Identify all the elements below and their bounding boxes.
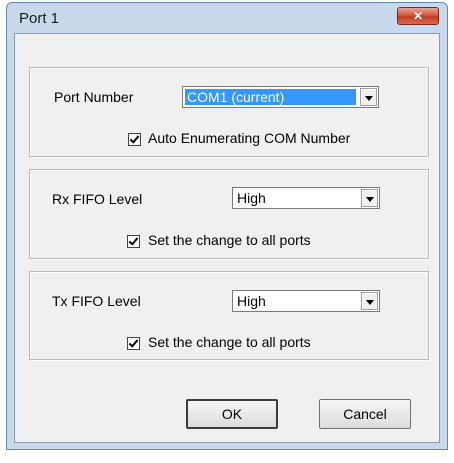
chevron-down-icon[interactable] [360, 88, 377, 106]
rx-fifo-value: High [237, 190, 266, 206]
tx-fifo-group: Tx FIFO Level High Set the change to all… [29, 271, 429, 360]
rx-fifo-label: Rx FIFO Level [52, 191, 143, 207]
auto-enumerating-label[interactable]: Auto Enumerating COM Number [148, 130, 350, 146]
rx-fifo-group: Rx FIFO Level High Set the change to all… [29, 169, 429, 259]
rx-apply-all-checkbox[interactable] [127, 235, 140, 248]
tx-fifo-dropdown[interactable]: High [232, 290, 380, 312]
port-number-value: COM1 (current) [185, 89, 356, 105]
tx-fifo-value: High [237, 293, 266, 309]
dialog-body: Port Number COM1 (current) Auto Enumerat… [14, 33, 440, 443]
port-number-label: Port Number [54, 89, 134, 105]
ok-button[interactable]: OK [186, 399, 278, 429]
close-button[interactable]: ✕ [397, 7, 439, 25]
title-bar[interactable]: Port 1 ✕ [7, 3, 447, 33]
tx-apply-all-checkbox[interactable] [127, 337, 140, 350]
chevron-down-icon[interactable] [361, 292, 378, 310]
tx-apply-all-label[interactable]: Set the change to all ports [148, 334, 311, 350]
chevron-down-icon[interactable] [361, 189, 378, 207]
tx-fifo-label: Tx FIFO Level [52, 293, 141, 309]
rx-fifo-dropdown[interactable]: High [232, 187, 380, 209]
dialog-window: Port 1 ✕ Port Number COM1 (current) Auto… [6, 2, 448, 450]
close-icon: ✕ [412, 9, 424, 23]
auto-enumerating-checkbox[interactable] [128, 133, 141, 146]
rx-apply-all-label[interactable]: Set the change to all ports [148, 232, 311, 248]
cancel-button[interactable]: Cancel [319, 399, 411, 429]
port-number-group: Port Number COM1 (current) Auto Enumerat… [29, 67, 429, 157]
window-title: Port 1 [19, 10, 60, 27]
port-number-dropdown[interactable]: COM1 (current) [182, 86, 379, 108]
